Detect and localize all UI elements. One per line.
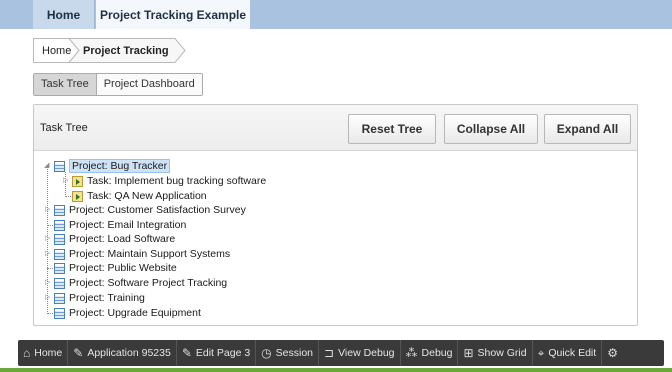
collapse-toggle-icon[interactable]: ◢ xyxy=(44,162,50,170)
task-icon xyxy=(72,190,83,202)
project-icon xyxy=(54,219,65,231)
project-icon xyxy=(54,292,65,304)
dev-item-label: Show Grid xyxy=(477,347,527,359)
tree-node-task-qa[interactable]: Task: QA New Application xyxy=(72,189,207,203)
project-icon xyxy=(54,233,65,245)
tree-node-label: Task: Implement bug tracking software xyxy=(87,175,267,187)
expand-toggle-icon[interactable]: ▷ xyxy=(45,235,51,243)
tab-task-tree[interactable]: Task Tree xyxy=(34,74,97,95)
region-title: Task Tree xyxy=(40,122,88,134)
region-switcher: Task Tree Project Dashboard xyxy=(33,73,203,96)
page-bottom-accent xyxy=(0,368,672,372)
task-tree: ◢ Project: Bug Tracker ▷ Task: Implement… xyxy=(42,158,632,323)
debug-icon: ⁂ xyxy=(405,346,418,360)
clock-icon: ◷ xyxy=(261,346,272,360)
region-header: Task Tree Reset Tree Collapse All Expand… xyxy=(34,105,637,151)
project-icon xyxy=(54,160,65,172)
tree-connector xyxy=(65,196,71,197)
dev-item-label: Edit Page 3 xyxy=(195,347,251,359)
tree-node-label: Project: Maintain Support Systems xyxy=(69,248,231,260)
dev-show-grid-button[interactable]: ⊞ Show Grid xyxy=(458,340,533,366)
edit-page-icon: ✎ xyxy=(181,346,192,360)
tree-node-label: Task: QA New Application xyxy=(87,190,207,202)
project-icon xyxy=(54,307,65,319)
dev-item-label: Session xyxy=(275,347,314,359)
dev-session-button[interactable]: ◷ Session xyxy=(256,340,320,366)
tab-project-dashboard[interactable]: Project Dashboard xyxy=(96,74,202,95)
edit-app-icon: ✎ xyxy=(73,346,84,360)
dev-item-label: Debug xyxy=(421,347,453,359)
tree-node-label: Project: Load Software xyxy=(69,233,176,245)
tree-connector xyxy=(47,268,53,269)
dev-item-label: Application 95235 xyxy=(87,347,171,359)
tree-node-label: Project: Training xyxy=(69,292,145,304)
tab-home[interactable]: Home xyxy=(33,0,95,29)
developer-toolbar: ⌂ Home ✎ Application 95235 ✎ Edit Page 3… xyxy=(18,340,664,366)
expand-all-button[interactable]: Expand All xyxy=(544,114,631,144)
dev-item-label: View Debug xyxy=(338,347,395,359)
quick-edit-icon: ⌖ xyxy=(537,345,545,360)
expand-toggle-icon[interactable]: ▷ xyxy=(45,279,51,287)
breadcrumb-project-tracking: Project Tracking xyxy=(83,45,169,57)
dev-item-label: Quick Edit xyxy=(548,347,597,359)
task-icon xyxy=(72,175,83,187)
tree-node-project-email-integration[interactable]: Project: Email Integration xyxy=(54,218,186,232)
tree-node-label: Project: Upgrade Equipment xyxy=(69,307,201,319)
grid-icon: ⊞ xyxy=(463,346,474,360)
tree-node-project-load-software[interactable]: Project: Load Software xyxy=(54,232,175,246)
tree-node-label: Project: Customer Satisfaction Survey xyxy=(69,204,246,216)
tree-node-project-customer-satisfaction[interactable]: Project: Customer Satisfaction Survey xyxy=(54,203,246,217)
tree-node-task-implement[interactable]: Task: Implement bug tracking software xyxy=(72,174,266,188)
collapse-all-button[interactable]: Collapse All xyxy=(444,114,538,144)
project-icon xyxy=(54,204,65,216)
breadcrumb-home[interactable]: Home xyxy=(42,45,71,57)
tree-node-project-bug-tracker[interactable]: Project: Bug Tracker xyxy=(54,159,171,173)
tree-node-project-upgrade-equipment[interactable]: Project: Upgrade Equipment xyxy=(54,306,201,320)
tree-node-project-public-website[interactable]: Project: Public Website xyxy=(54,261,177,275)
task-tree-region: Task Tree Reset Tree Collapse All Expand… xyxy=(33,104,638,326)
dev-application-button[interactable]: ✎ Application 95235 xyxy=(68,340,177,366)
project-icon xyxy=(54,277,65,289)
tree-node-label: Project: Email Integration xyxy=(69,219,187,231)
dev-settings-button[interactable]: ⚙ xyxy=(602,340,627,366)
dev-item-label: Home xyxy=(34,347,63,359)
reset-tree-button[interactable]: Reset Tree xyxy=(348,114,436,144)
dev-edit-page-button[interactable]: ✎ Edit Page 3 xyxy=(177,340,257,366)
dev-view-debug-button[interactable]: ⊐ View Debug xyxy=(319,340,401,366)
expand-toggle-icon[interactable]: ▷ xyxy=(45,206,51,214)
tree-node-project-maintain-support[interactable]: Project: Maintain Support Systems xyxy=(54,247,230,261)
tree-connector xyxy=(47,225,53,226)
tree-connector xyxy=(47,313,53,314)
top-tab-bar: Home Project Tracking Example xyxy=(0,0,672,29)
tree-node-label: Project: Bug Tracker xyxy=(69,159,171,173)
tree-node-project-software-tracking[interactable]: Project: Software Project Tracking xyxy=(54,276,227,290)
expand-toggle-icon[interactable]: ▷ xyxy=(63,177,69,185)
view-debug-icon: ⊐ xyxy=(324,346,335,360)
home-icon: ⌂ xyxy=(23,346,31,360)
tree-node-project-training[interactable]: Project: Training xyxy=(54,291,145,305)
tree-node-label: Project: Public Website xyxy=(69,262,177,274)
expand-toggle-icon[interactable]: ▷ xyxy=(45,294,51,302)
gear-icon: ⚙ xyxy=(607,346,618,360)
dev-home-button[interactable]: ⌂ Home xyxy=(18,340,69,366)
dev-debug-button[interactable]: ⁂ Debug xyxy=(401,340,459,366)
tree-node-label: Project: Software Project Tracking xyxy=(69,277,228,289)
tab-project-tracking-example[interactable]: Project Tracking Example xyxy=(96,0,250,29)
project-icon xyxy=(54,262,65,274)
project-icon xyxy=(54,248,65,260)
dev-quick-edit-button[interactable]: ⌖ Quick Edit xyxy=(533,340,603,366)
expand-toggle-icon[interactable]: ▷ xyxy=(45,250,51,258)
